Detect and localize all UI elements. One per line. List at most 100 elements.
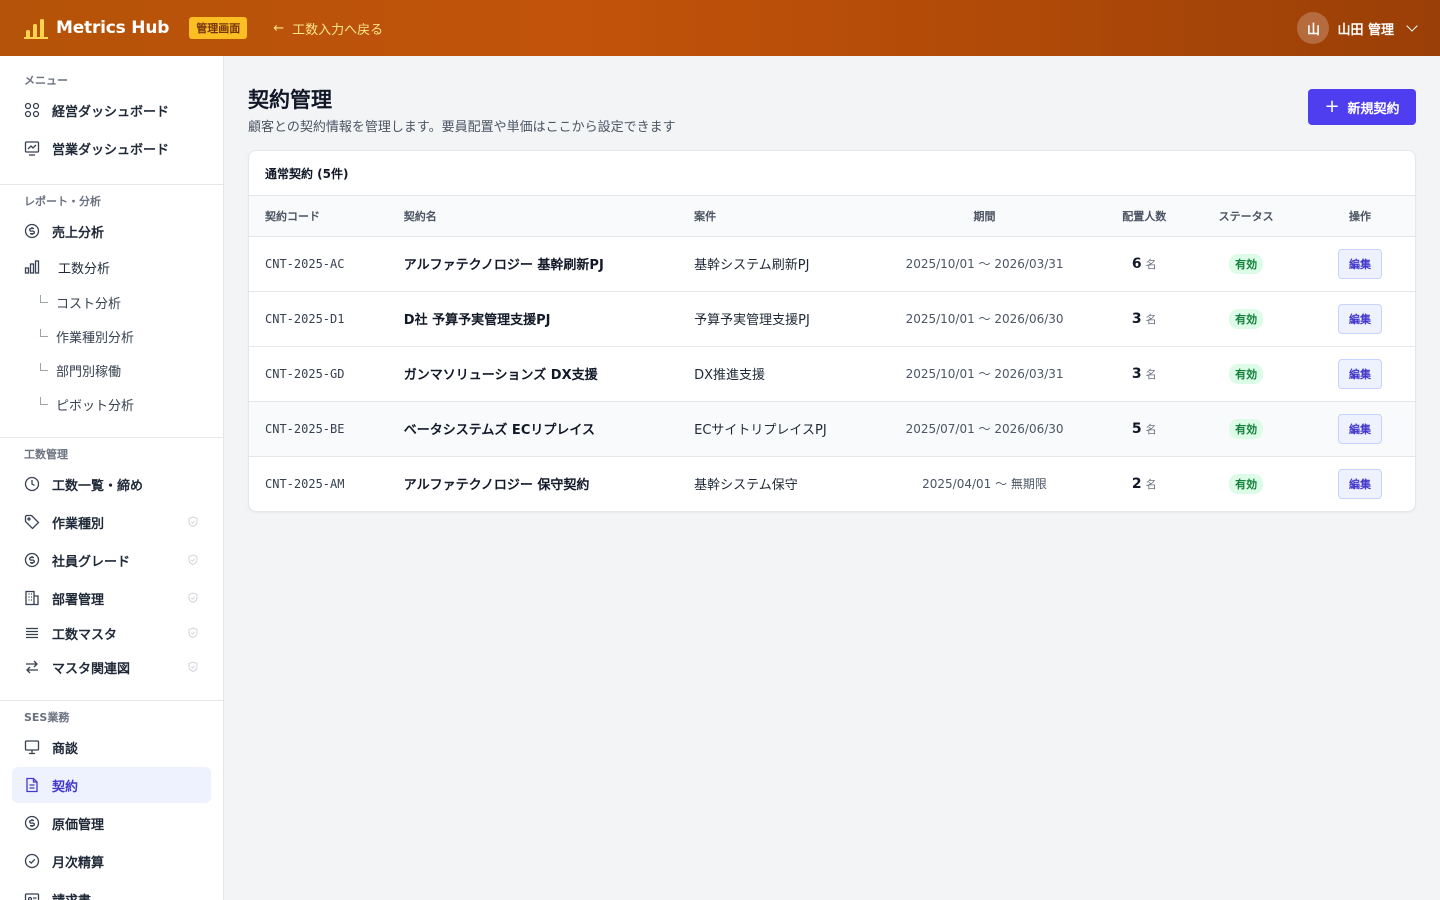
- assigned-count-unit: 名: [1145, 477, 1157, 491]
- assigned-count-value: 2: [1131, 475, 1142, 492]
- column-header: ステータス: [1218, 209, 1274, 223]
- edit-button[interactable]: 編集: [1338, 248, 1383, 279]
- status-badge: 有効: [1229, 418, 1264, 439]
- contracts-table: 契約コード 契約名 案件 期間 配置人数 ステータス 操作 CNT-2025-A…: [249, 196, 1415, 511]
- project-name: 基幹システム保守: [694, 478, 798, 494]
- sidebar-subitem-cost-analysis[interactable]: コスト分析: [0, 285, 223, 319]
- sidebar-subitem-label: ピボット分析: [56, 398, 135, 414]
- assigned-count: 6名: [1101, 236, 1187, 291]
- assigned-count: 2名: [1101, 456, 1187, 511]
- presentation-icon: [24, 739, 40, 755]
- action-cell: 編集: [1305, 456, 1415, 511]
- action-cell: 編集: [1305, 236, 1415, 291]
- chevron-down-icon: [1406, 20, 1418, 32]
- column-header: 操作: [1349, 209, 1372, 223]
- bar-chart-logo-icon: [24, 17, 48, 39]
- status-badge: 有効: [1229, 473, 1264, 494]
- status-cell: 有効: [1187, 291, 1305, 346]
- shield-icon: [187, 661, 199, 673]
- sidebar-item-effort-list[interactable]: 工数一覧・締め: [12, 466, 211, 502]
- clock-icon: [24, 476, 40, 492]
- sidebar-item-label: 工数一覧・締め: [52, 478, 144, 494]
- table-row[interactable]: CNT-2025-D1 D社 予算予実管理支援PJ 予算予実管理支援PJ 202…: [249, 291, 1415, 346]
- sidebar-item-master-relations[interactable]: マスタ関連図: [12, 650, 211, 684]
- table-row[interactable]: CNT-2025-AC アルファテクノロジー 基幹刷新PJ 基幹システム刷新PJ…: [249, 236, 1415, 291]
- assigned-count: 5名: [1101, 401, 1187, 456]
- contract-period: 2025/10/01 〜 2026/06/30: [905, 312, 1064, 326]
- sidebar-subitem-label: コスト分析: [56, 296, 122, 312]
- project-name: 基幹システム刷新PJ: [694, 258, 810, 273]
- sidebar-item-label: 工数分析: [58, 261, 111, 277]
- contract-period: 2025/10/01 〜 2026/03/31: [905, 257, 1064, 271]
- new-contract-button[interactable]: + 新規契約: [1308, 89, 1416, 125]
- contract-period: 2025/04/01 〜 無期限: [922, 477, 1047, 492]
- admin-badge: 管理画面: [189, 17, 248, 39]
- page-subtitle: 顧客との契約情報を管理します。要員配置や単価はここから設定できます: [248, 120, 676, 135]
- sidebar-item-contracts[interactable]: 契約: [12, 767, 211, 803]
- status-badge: 有効: [1229, 308, 1264, 329]
- sidebar-item-executive-dashboard[interactable]: 経営ダッシュボード: [12, 92, 211, 128]
- edit-button[interactable]: 編集: [1338, 468, 1383, 499]
- chart-board-icon: [24, 140, 40, 156]
- sidebar-item-department[interactable]: 部署管理: [12, 580, 211, 616]
- sidebar-item-invoices[interactable]: 請求書: [12, 881, 211, 900]
- sidebar-subitem-work-type-analysis[interactable]: 作業種別分析: [0, 319, 223, 353]
- edit-button[interactable]: 編集: [1338, 358, 1383, 389]
- table-row[interactable]: CNT-2025-BE ベータシステムズ ECリプレイス ECサイトリプレイスP…: [249, 401, 1415, 456]
- project-name: DX推進支援: [694, 368, 766, 383]
- dollar-icon: [24, 223, 40, 239]
- plus-icon: +: [1324, 96, 1340, 117]
- edit-button[interactable]: 編集: [1338, 413, 1383, 444]
- action-cell: 編集: [1305, 346, 1415, 401]
- assigned-count-unit: 名: [1145, 312, 1157, 326]
- action-cell: 編集: [1305, 291, 1415, 346]
- table-row[interactable]: CNT-2025-AM アルファテクノロジー 保守契約 基幹システム保守 202…: [249, 456, 1415, 511]
- app-name: Metrics Hub: [56, 18, 170, 38]
- stack-icon: [24, 625, 40, 641]
- tree-connector: [40, 397, 48, 405]
- sidebar-subitem-label: 部門別稼働: [56, 364, 122, 380]
- contract-code: CNT-2025-BE: [265, 421, 345, 436]
- contract-name: ガンマソリューションズ DX支援: [403, 368, 598, 383]
- column-header: 契約名: [403, 209, 437, 223]
- contract-period: 2025/07/01 〜 2026/06/30: [905, 422, 1064, 436]
- dollar-icon: [24, 815, 40, 831]
- column-header: 配置人数: [1122, 209, 1167, 223]
- grid-icon: [24, 102, 40, 118]
- sidebar-item-employee-grade[interactable]: 社員グレード: [12, 542, 211, 578]
- sidebar-item-label: 部署管理: [52, 592, 105, 608]
- back-to-input-link[interactable]: ← 工数入力へ戻る: [273, 19, 383, 38]
- sidebar-item-deals[interactable]: 商談: [12, 729, 211, 765]
- app-logo[interactable]: Metrics Hub: [24, 17, 169, 39]
- assigned-count: 3名: [1101, 291, 1187, 346]
- assigned-count-value: 3: [1131, 310, 1142, 327]
- assigned-count-value: 5: [1131, 420, 1142, 437]
- sidebar-item-effort-analysis[interactable]: 工数分析: [12, 249, 211, 285]
- contract-code: CNT-2025-AM: [265, 476, 345, 491]
- sidebar-item-sales-dashboard[interactable]: 営業ダッシュボード: [12, 130, 211, 166]
- sidebar-item-label: 請求書: [52, 890, 91, 900]
- tree-connector: [40, 329, 48, 337]
- status-badge: 有効: [1229, 253, 1264, 274]
- sidebar-item-monthly-settlement[interactable]: 月次精算: [12, 843, 211, 879]
- sidebar-item-cost-management[interactable]: 原価管理: [12, 805, 211, 841]
- table-row[interactable]: CNT-2025-GD ガンマソリューションズ DX支援 DX推進支援 2025…: [249, 346, 1415, 401]
- status-badge: 有効: [1229, 363, 1264, 384]
- user-menu[interactable]: 山 山田 管理: [1297, 12, 1418, 44]
- sidebar-subitem-dept-utilization[interactable]: 部門別稼働: [0, 353, 223, 387]
- avatar: 山: [1297, 12, 1330, 44]
- contract-period: 2025/10/01 〜 2026/03/31: [905, 367, 1064, 381]
- shield-icon: [187, 592, 199, 604]
- edit-button[interactable]: 編集: [1338, 303, 1383, 334]
- sidebar-item-label: 営業ダッシュボード: [52, 142, 170, 158]
- assigned-count: 3名: [1101, 346, 1187, 401]
- shield-icon: [187, 554, 199, 566]
- sidebar-item-work-types[interactable]: 作業種別: [12, 504, 211, 540]
- sidebar-item-sales-analysis[interactable]: 売上分析: [12, 213, 211, 249]
- section-label-reports: レポート・分析: [24, 195, 101, 208]
- page-title: 契約管理: [248, 88, 332, 112]
- sidebar-item-effort-master[interactable]: 工数マスタ: [12, 616, 211, 650]
- status-cell: 有効: [1187, 456, 1305, 511]
- tree-connector: [40, 363, 48, 371]
- sidebar-subitem-pivot-analysis[interactable]: ピボット分析: [0, 387, 223, 421]
